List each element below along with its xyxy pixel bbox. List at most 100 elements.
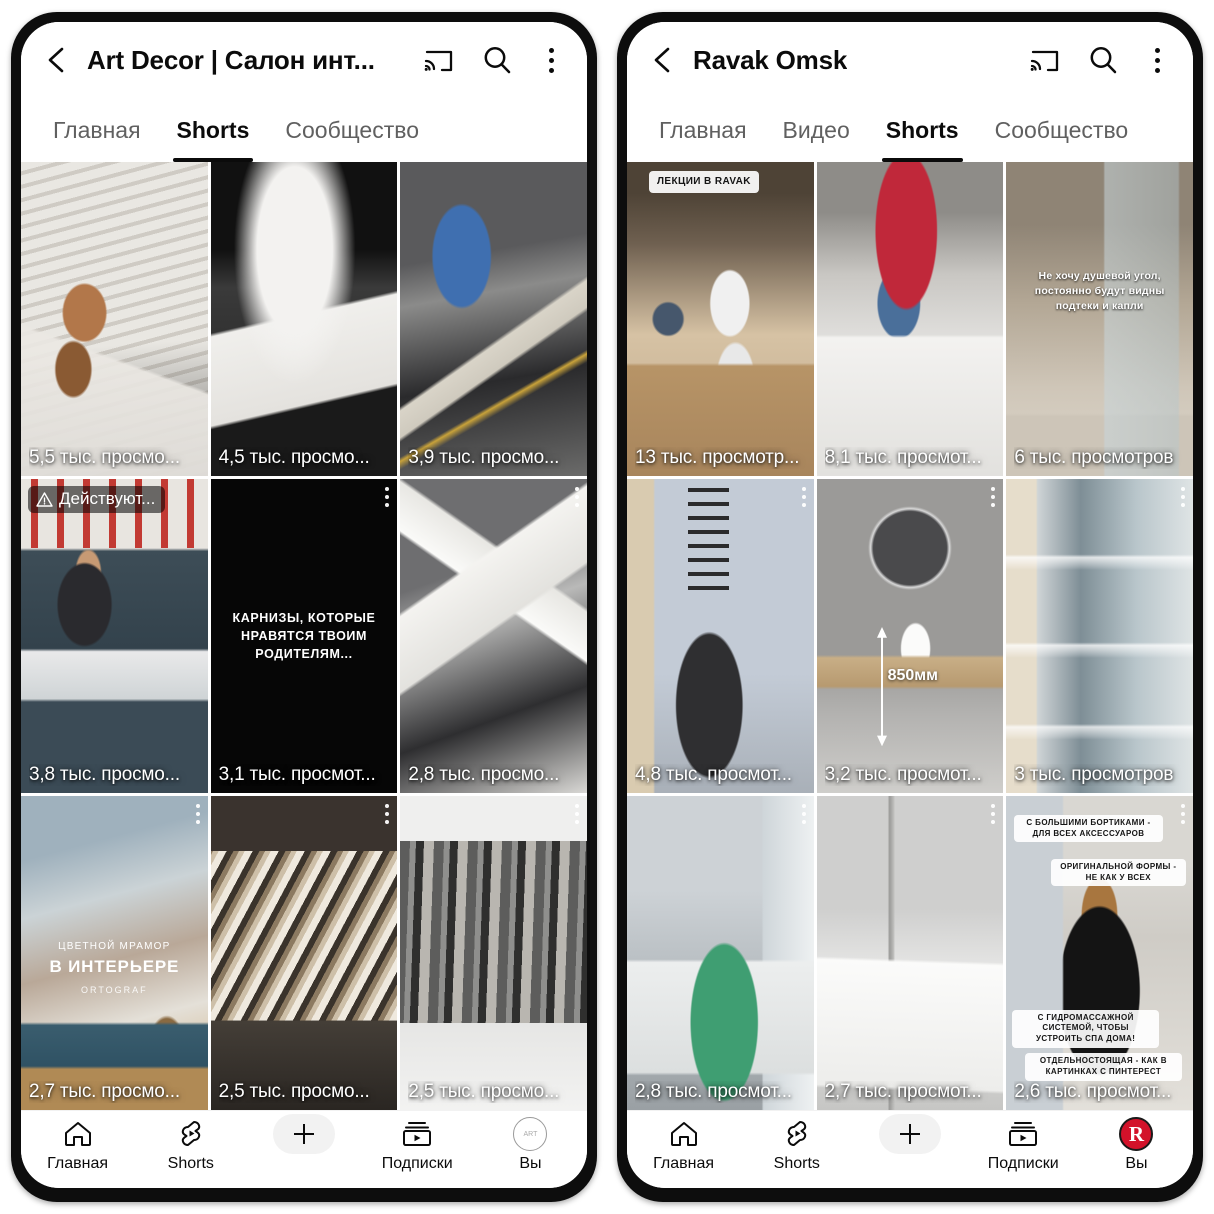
shorts-thumbnail[interactable]: КАРНИЗЫ, КОТОРЫЕ НРАВЯТСЯ ТВОИМ РОДИТЕЛЯ… <box>210 479 398 793</box>
shorts-thumbnail[interactable]: 4,5 тыс. просмо... <box>210 162 398 476</box>
view-count: 5,5 тыс. просмо... <box>29 447 180 468</box>
search-icon[interactable] <box>1083 40 1123 80</box>
thumbnail-chip: С ГИДРОМАССАЖНОЙ СИСТЕМОЙ, ЧТОБЫ УСТРОИТ… <box>1011 1009 1160 1048</box>
thumbnail-kebab-icon[interactable] <box>991 804 996 824</box>
shorts-icon <box>782 1117 812 1151</box>
back-arrow-icon[interactable] <box>649 45 675 75</box>
search-icon[interactable] <box>477 40 517 80</box>
view-count: 13 тыс. просмотр... <box>635 447 800 468</box>
view-count: 3,9 тыс. просмо... <box>408 447 560 468</box>
tab-video[interactable]: Видео <box>765 98 868 162</box>
avatar: ART <box>513 1117 548 1151</box>
shorts-thumbnail[interactable]: С БОЛЬШИМИ БОРТИКАМИ - ДЛЯ ВСЕХ АКСЕССУА… <box>1006 796 1193 1110</box>
shorts-thumbnail[interactable]: 2,7 тыс. просмот... <box>816 796 1004 1110</box>
nav-item-home[interactable]: Главная <box>627 1117 740 1173</box>
kebab-menu-icon[interactable] <box>1143 43 1171 77</box>
thumbnail-kebab-icon[interactable] <box>801 804 806 824</box>
create-button[interactable] <box>879 1114 941 1154</box>
tab-glavnaya[interactable]: Главная <box>641 98 765 162</box>
app-bar: Ravak Omsk <box>627 22 1193 98</box>
thumbnail-kebab-icon[interactable] <box>575 804 579 824</box>
home-icon <box>63 1117 93 1151</box>
thumbnail-chip: С БОЛЬШИМИ БОРТИКАМИ - ДЛЯ ВСЕХ АКСЕССУА… <box>1013 814 1164 843</box>
shorts-thumbnail[interactable]: Действуют... 3,8 тыс. просмо... <box>21 479 208 793</box>
subscriptions-icon <box>1007 1117 1039 1151</box>
thumbnail-chip: ЛЕКЦИИ В RAVAK <box>649 171 759 193</box>
thumbnail-detail <box>400 162 587 476</box>
nav-item-create[interactable] <box>853 1114 966 1155</box>
nav-item-subscriptions[interactable]: Подписки <box>361 1117 474 1173</box>
view-count: 2,7 тыс. просмот... <box>824 1081 982 1102</box>
thumbnail-kebab-icon[interactable] <box>801 487 806 507</box>
plus-icon[interactable] <box>273 1114 335 1154</box>
view-count: 3,2 тыс. просмот... <box>824 764 982 785</box>
nav-label: Shorts <box>167 1155 214 1172</box>
tab-soobshchestvo[interactable]: Сообщество <box>977 98 1147 162</box>
phone-left: Art Decor | Салон инт... Главная Shorts … <box>11 12 597 1202</box>
shorts-thumbnail[interactable]: 2,8 тыс. просмо... <box>400 479 587 793</box>
shorts-thumbnail[interactable]: 2,5 тыс. просмо... <box>400 796 587 1110</box>
home-icon <box>669 1117 699 1151</box>
view-count: 3,1 тыс. просмот... <box>218 764 376 785</box>
warning-badge-label: Действуют... <box>59 489 156 508</box>
shorts-thumbnail[interactable]: 2,8 тыс. просмот... <box>627 796 814 1110</box>
nav-item-shorts[interactable]: Shorts <box>740 1117 853 1173</box>
caption-brand: ORTOGRAF <box>80 984 148 995</box>
nav-item-you[interactable]: ART Вы <box>474 1117 587 1173</box>
view-count: 8,1 тыс. просмот... <box>824 447 982 468</box>
dimension-arrow-icon <box>875 626 889 746</box>
shorts-thumbnail[interactable]: 3,9 тыс. просмо... <box>400 162 587 476</box>
thumbnail-detail <box>210 796 398 1110</box>
nav-label: Shorts <box>773 1155 820 1172</box>
nav-item-create[interactable] <box>247 1114 360 1155</box>
bottom-nav: Главная Shorts <box>21 1110 587 1188</box>
view-count: 3 тыс. просмотров <box>1014 764 1174 785</box>
thumbnail-kebab-icon[interactable] <box>1181 487 1185 507</box>
nav-item-home[interactable]: Главная <box>21 1117 134 1173</box>
dimension-label: 850мм <box>887 667 938 685</box>
back-arrow-icon[interactable] <box>43 45 69 75</box>
thumbnail-kebab-icon[interactable] <box>575 487 579 507</box>
shorts-thumbnail[interactable]: ЛЕКЦИИ В RAVAK 13 тыс. просмотр... <box>627 162 814 476</box>
thumbnail-caption: КАРНИЗЫ, КОТОРЫЕ НРАВЯТСЯ ТВОИМ РОДИТЕЛЯ… <box>232 610 376 662</box>
view-count: 2,8 тыс. просмот... <box>635 1081 792 1102</box>
thumbnail-kebab-icon[interactable] <box>195 804 200 824</box>
thumbnail-kebab-icon[interactable] <box>385 487 390 507</box>
thumbnail-detail <box>21 162 208 476</box>
view-count: 2,5 тыс. просмо... <box>218 1081 370 1102</box>
tab-glavnaya[interactable]: Главная <box>35 98 159 162</box>
thumbnail-kebab-icon[interactable] <box>991 487 996 507</box>
view-count: 3,8 тыс. просмо... <box>29 764 180 785</box>
thumbnail-chip: ОТДЕЛЬНОСТОЯЩАЯ - КАК В КАРТИНКАХ С ПИНТ… <box>1024 1053 1182 1082</box>
create-button[interactable] <box>273 1114 335 1154</box>
nav-item-subscriptions[interactable]: Подписки <box>967 1117 1080 1173</box>
kebab-menu-icon[interactable] <box>537 43 565 77</box>
cast-icon[interactable] <box>419 40 459 80</box>
app-bar: Art Decor | Салон инт... <box>21 22 587 98</box>
tab-shorts[interactable]: Shorts <box>868 98 977 162</box>
page-title: Art Decor | Салон инт... <box>87 44 375 75</box>
thumbnail-detail <box>627 479 814 793</box>
shorts-thumbnail[interactable]: 4,8 тыс. просмот... <box>627 479 814 793</box>
thumbnail-kebab-icon[interactable] <box>385 804 390 824</box>
shorts-thumbnail[interactable]: 5,5 тыс. просмо... <box>21 162 208 476</box>
shorts-thumbnail[interactable]: 3 тыс. просмотров <box>1006 479 1193 793</box>
avatar: R <box>1119 1117 1154 1151</box>
nav-label: Подписки <box>987 1155 1059 1172</box>
shorts-thumbnail[interactable]: 2,5 тыс. просмо... <box>210 796 398 1110</box>
shorts-thumbnail[interactable]: ЦВЕТНОЙ МРАМОР В ИНТЕРЬЕРЕ ORTOGRAF 2,7 … <box>21 796 208 1110</box>
nav-item-you[interactable]: R Вы <box>1080 1117 1193 1173</box>
phone-right-screen: Ravak Omsk Главная Видео Shorts Сообщест… <box>627 22 1193 1188</box>
cast-icon[interactable] <box>1025 40 1065 80</box>
tab-soobshchestvo[interactable]: Сообщество <box>267 98 437 162</box>
shorts-thumbnail[interactable]: 8,1 тыс. просмот... <box>816 162 1004 476</box>
thumbnail-kebab-icon[interactable] <box>1181 804 1185 824</box>
nav-label: Вы <box>519 1155 542 1172</box>
shorts-thumbnail[interactable]: 850мм 3,2 тыс. просмот... <box>816 479 1004 793</box>
tab-shorts[interactable]: Shorts <box>159 98 268 162</box>
nav-item-shorts[interactable]: Shorts <box>134 1117 247 1173</box>
view-count: 4,5 тыс. просмо... <box>218 447 370 468</box>
shorts-thumbnail[interactable]: Не хочу душевой угол, постоянно будут ви… <box>1006 162 1193 476</box>
thumbnail-detail <box>400 479 587 793</box>
plus-icon[interactable] <box>879 1114 941 1154</box>
